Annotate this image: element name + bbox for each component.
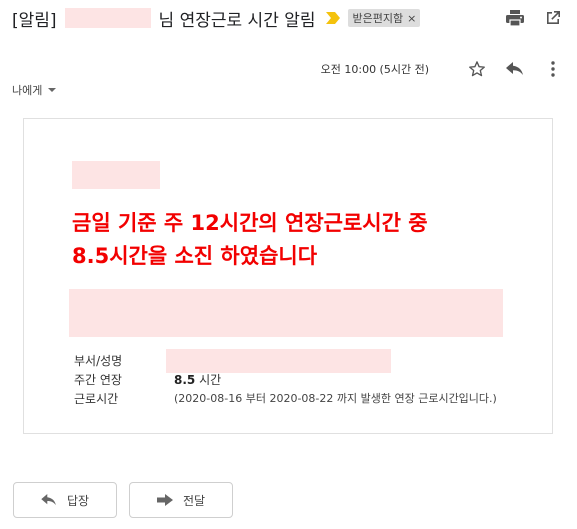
period-note: (2020-08-16 부터 2020-08-22 까지 발생한 연장 근로시간… [174, 392, 497, 405]
overtime-hours: 8.5 [174, 373, 196, 387]
recipient-label: 나에게 [12, 84, 43, 97]
redacted-name [64, 8, 151, 28]
message-body-card: 금일 기준 주 12시간의 연장근로시간 중 8.5시간을 소진 하였습니다 부… [23, 118, 553, 434]
reply-button-label: 답장 [66, 493, 90, 508]
remove-label-icon[interactable]: × [407, 12, 416, 25]
redacted-block [72, 161, 160, 189]
subject-prefix: [알림] [12, 10, 57, 31]
headline-line-1: 금일 기준 주 12시간의 연장근로시간 중 [72, 211, 428, 235]
star-icon[interactable] [467, 59, 487, 79]
chevron-down-icon [48, 88, 57, 92]
forward-button[interactable]: 전달 [129, 482, 233, 518]
more-vertical-icon[interactable] [543, 59, 563, 79]
headline: 금일 기준 주 12시간의 연장근로시간 중 8.5시간을 소진 하였습니다 [72, 207, 532, 273]
inbox-label-text: 받은편지함 [352, 12, 404, 25]
reply-button[interactable]: 답장 [13, 482, 117, 518]
message-time: 오전 10:00 (5시간 전) [320, 63, 429, 76]
info-key: 부서/성명 [74, 354, 123, 368]
recipient-dropdown[interactable]: 나에게 [12, 82, 57, 98]
open-in-new-window-icon[interactable] [543, 8, 563, 28]
overtime-value: 8.5 시간 [174, 371, 221, 388]
email-subject: [알림] 님 연장근로 시간 알림 받은편지함 × [12, 6, 421, 31]
info-key: 주간 연장 [74, 373, 122, 387]
info-key: 근로시간 [74, 392, 119, 406]
inbox-label-chip[interactable]: 받은편지함 × [347, 9, 421, 27]
subject-text: 님 연장근로 시간 알림 [158, 10, 316, 31]
reply-icon[interactable] [505, 59, 525, 79]
redacted-block [69, 289, 503, 337]
headline-line-2: 8.5시간을 소진 하였습니다 [72, 244, 318, 268]
print-icon[interactable] [505, 8, 525, 28]
reply-icon [41, 494, 56, 506]
overtime-unit: 시간 [195, 373, 222, 387]
top-actions [505, 8, 563, 28]
importance-marker-icon[interactable] [325, 12, 340, 24]
message-meta: 오전 10:00 (5시간 전) [321, 59, 563, 79]
redacted-value [166, 349, 391, 373]
forward-icon [156, 494, 173, 506]
forward-button-label: 전달 [182, 493, 206, 508]
